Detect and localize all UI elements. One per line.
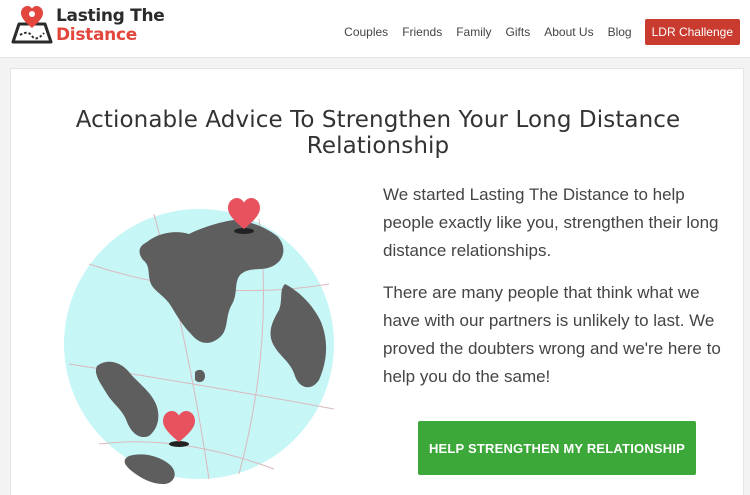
logo-text-line2: Distance <box>56 25 137 45</box>
nav-item-gifts[interactable]: Gifts <box>506 25 531 39</box>
help-strengthen-button[interactable]: HELP STRENGTHEN MY RELATIONSHIP <box>418 421 696 475</box>
nav-item-family[interactable]: Family <box>456 25 491 39</box>
intro-paragraph: There are many people that think what we… <box>383 283 721 386</box>
page-title: Actionable Advice To Strengthen Your Lon… <box>75 107 681 159</box>
ldr-challenge-button[interactable]: LDR Challenge <box>644 19 740 45</box>
main-nav: Couples Friends Family Gifts About Us Bl… <box>330 19 740 45</box>
intro-paragraph: We started Lasting The Distance to help … <box>383 185 719 260</box>
logo-text-line1: Lasting The <box>56 6 165 26</box>
nav-item-about-us[interactable]: About Us <box>544 25 593 39</box>
nav-item-friends[interactable]: Friends <box>402 25 442 39</box>
site-header: Lasting The Distance Couples Friends Fam… <box>0 0 750 58</box>
site-logo[interactable]: Lasting The Distance <box>10 4 165 48</box>
hero-card: Actionable Advice To Strengthen Your Lon… <box>10 68 744 495</box>
intro-text: We started Lasting The Distance to help … <box>383 181 735 405</box>
nav-item-couples[interactable]: Couples <box>344 25 388 39</box>
nav-item-blog[interactable]: Blog <box>608 25 632 39</box>
globe-illustration <box>64 198 335 484</box>
map-heart-icon <box>11 6 53 44</box>
